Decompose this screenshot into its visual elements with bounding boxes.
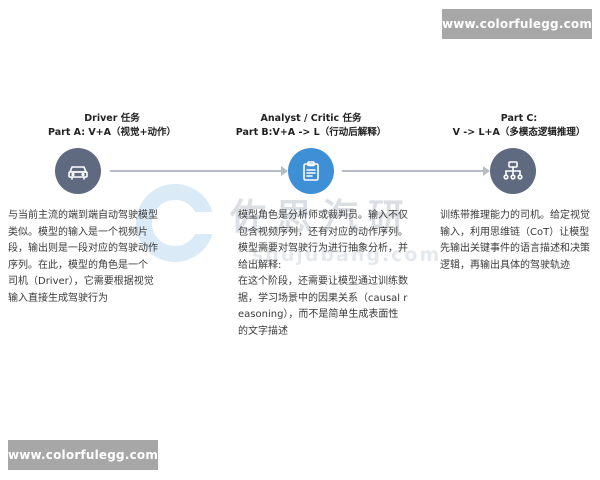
stage-partc-paragraph: 训练带推理能力的司机。给定视觉输入，利用思维链（CoT）让模型先输出关键事件的语… bbox=[440, 210, 590, 271]
arrowhead bbox=[281, 166, 288, 176]
arrowhead bbox=[483, 166, 490, 176]
clipboard-icon bbox=[288, 148, 334, 194]
car-icon bbox=[55, 148, 101, 194]
stage-analyst-paragraph-2: 在这个阶段，还需要让模型通过训练数据，学习场景中的因果关系（causal rea… bbox=[238, 276, 408, 337]
arrow-analyst-to-partc bbox=[342, 166, 490, 176]
stage-driver-title-line1: Driver 任务 bbox=[84, 113, 140, 124]
stage-analyst-description: 模型角色是分析师或裁判员。输入不仅包含视频序列，还有对应的动作序列。模型需要对驾… bbox=[238, 208, 408, 340]
stage-driver-title: Driver 任务 Part A: V+A（视觉+动作） bbox=[40, 112, 184, 140]
watermark-bottom: www.colorfulegg.com bbox=[8, 440, 158, 470]
watermark-logo-gap bbox=[186, 212, 220, 234]
stage-partc-title: Part C: V -> L+A（多模态逻辑推理） bbox=[440, 112, 598, 140]
stage-partc-title-line1: Part C: bbox=[500, 113, 538, 124]
watermark-top: www.colorfulegg.com bbox=[442, 9, 592, 39]
stage-driver-description: 与当前主流的端到端自动驾驶模型类似。模型的输入是一个视频片段，输出则是一段对应的… bbox=[8, 208, 160, 307]
stage-partc-description: 训练带推理能力的司机。给定视觉输入，利用思维链（CoT）让模型先输出关键事件的语… bbox=[440, 208, 590, 274]
stage-analyst-paragraph-1: 模型角色是分析师或裁判员。输入不仅包含视频序列，还有对应的动作序列。模型需要对驾… bbox=[238, 210, 408, 271]
stage-driver-paragraph: 与当前主流的端到端自动驾驶模型类似。模型的输入是一个视频片段，输出则是一段对应的… bbox=[8, 210, 158, 304]
stage-driver-title-line2: Part A: V+A（视觉+动作） bbox=[48, 127, 176, 138]
stage-partc-title-line2: V -> L+A（多模态逻辑推理） bbox=[452, 127, 586, 138]
arrow-driver-to-analyst bbox=[110, 166, 288, 176]
stage-analyst-title-line1: Analyst / Critic 任务 bbox=[260, 113, 362, 124]
stage-analyst-title-line2: Part B:V+A -> L（行动后解释） bbox=[235, 127, 387, 138]
flowchart-icon bbox=[490, 148, 536, 194]
stage-analyst-title: Analyst / Critic 任务 Part B:V+A -> L（行动后解… bbox=[226, 112, 396, 140]
